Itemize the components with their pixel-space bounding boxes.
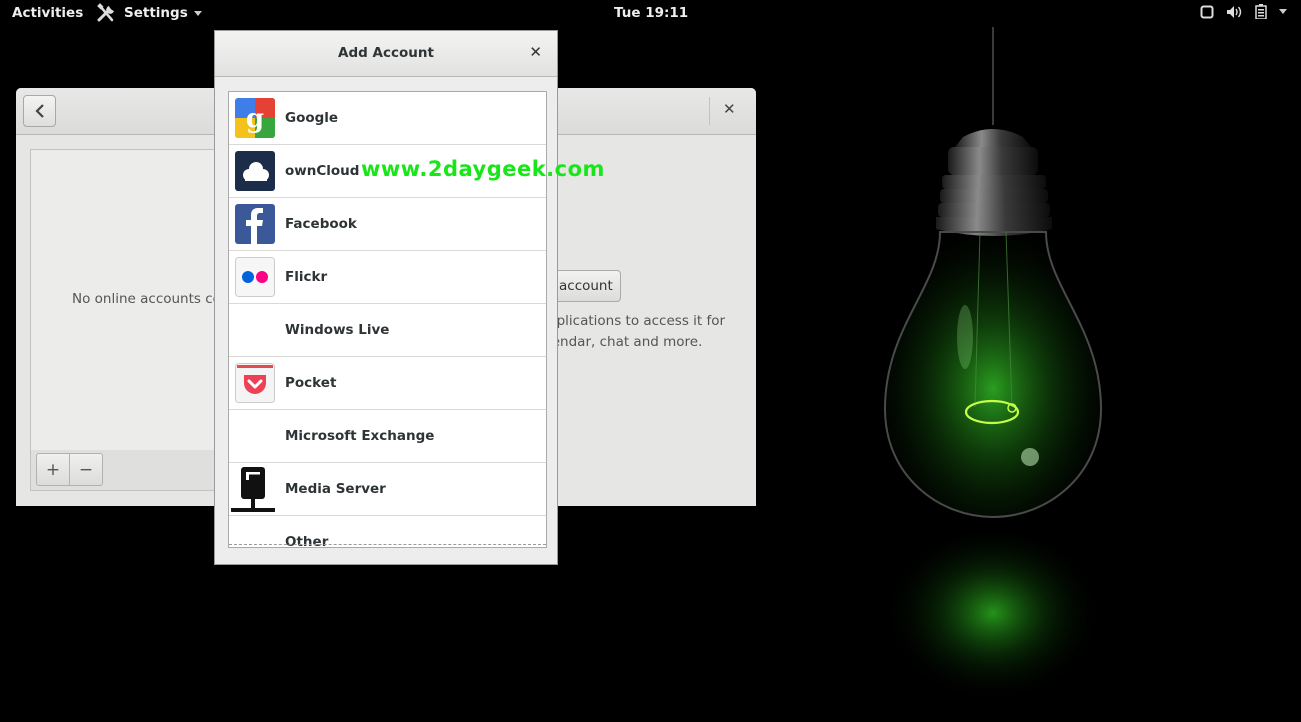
provider-label: Google: [285, 110, 339, 126]
clock[interactable]: Tue 19:11: [614, 5, 688, 21]
header-separator: [709, 97, 710, 125]
provider-label: ownCloud: [285, 163, 360, 179]
facebook-icon: [235, 204, 275, 244]
flickr-icon: [235, 257, 275, 297]
provider-google[interactable]: g Google: [229, 92, 546, 145]
description-line-2: lendar, chat and more.: [548, 334, 703, 350]
battery-icon: [1255, 4, 1267, 19]
wallpaper-lightbulb: [883, 27, 1103, 712]
google-icon: g: [235, 98, 275, 138]
remove-account-button[interactable]: −: [69, 453, 103, 486]
provider-pocket[interactable]: Pocket: [229, 357, 546, 410]
chevron-down-icon: [193, 10, 202, 16]
system-menu-caret-icon: [1279, 9, 1287, 14]
provider-label: Flickr: [285, 269, 328, 285]
provider-label: Media Server: [285, 481, 386, 497]
chevron-left-icon: [34, 104, 44, 118]
dialog-title: Add Account: [338, 45, 434, 61]
provider-flickr[interactable]: Flickr: [229, 251, 546, 304]
dialog-close-icon[interactable]: ✕: [529, 43, 542, 61]
app-menu-button[interactable]: Settings: [96, 3, 202, 23]
no-accounts-label: No online accounts co: [72, 291, 221, 307]
description-line-1: pplications to access it for: [548, 313, 726, 329]
media-server-icon: [231, 466, 275, 514]
top-bar: Activities Settings Tue 19:11: [0, 0, 1301, 27]
owncloud-icon: [235, 151, 275, 191]
provider-microsoft-exchange[interactable]: Microsoft Exchange: [229, 410, 546, 463]
list-scroll-edge: [229, 544, 546, 545]
system-tray[interactable]: [1200, 4, 1287, 19]
dialog-header: Add Account ✕: [215, 31, 557, 77]
settings-tools-icon: [97, 3, 114, 22]
provider-facebook[interactable]: Facebook: [229, 198, 546, 251]
watermark-text: www.2daygeek.com: [361, 157, 605, 181]
app-menu-label: Settings: [124, 5, 188, 21]
window-close-icon[interactable]: ✕: [723, 100, 736, 118]
accounts-description: pplications to access it for lendar, cha…: [548, 311, 758, 353]
volume-icon: [1227, 5, 1242, 18]
window-icon: [1200, 5, 1214, 18]
back-button[interactable]: [23, 95, 56, 127]
activities-button[interactable]: Activities: [12, 5, 83, 21]
svg-text:g: g: [246, 104, 264, 134]
provider-label: Pocket: [285, 375, 337, 391]
add-account-dialog: Add Account ✕ g Google ownCloud Facebook…: [214, 30, 558, 565]
provider-windows-live[interactable]: Windows Live: [229, 304, 546, 357]
provider-label: Microsoft Exchange: [285, 428, 435, 444]
provider-media-server[interactable]: Media Server: [229, 463, 546, 516]
pocket-icon: [235, 363, 275, 403]
provider-label: Facebook: [285, 216, 357, 232]
add-account-plus-button[interactable]: +: [36, 453, 70, 486]
provider-label: Windows Live: [285, 322, 390, 338]
provider-label: Other: [285, 534, 329, 548]
